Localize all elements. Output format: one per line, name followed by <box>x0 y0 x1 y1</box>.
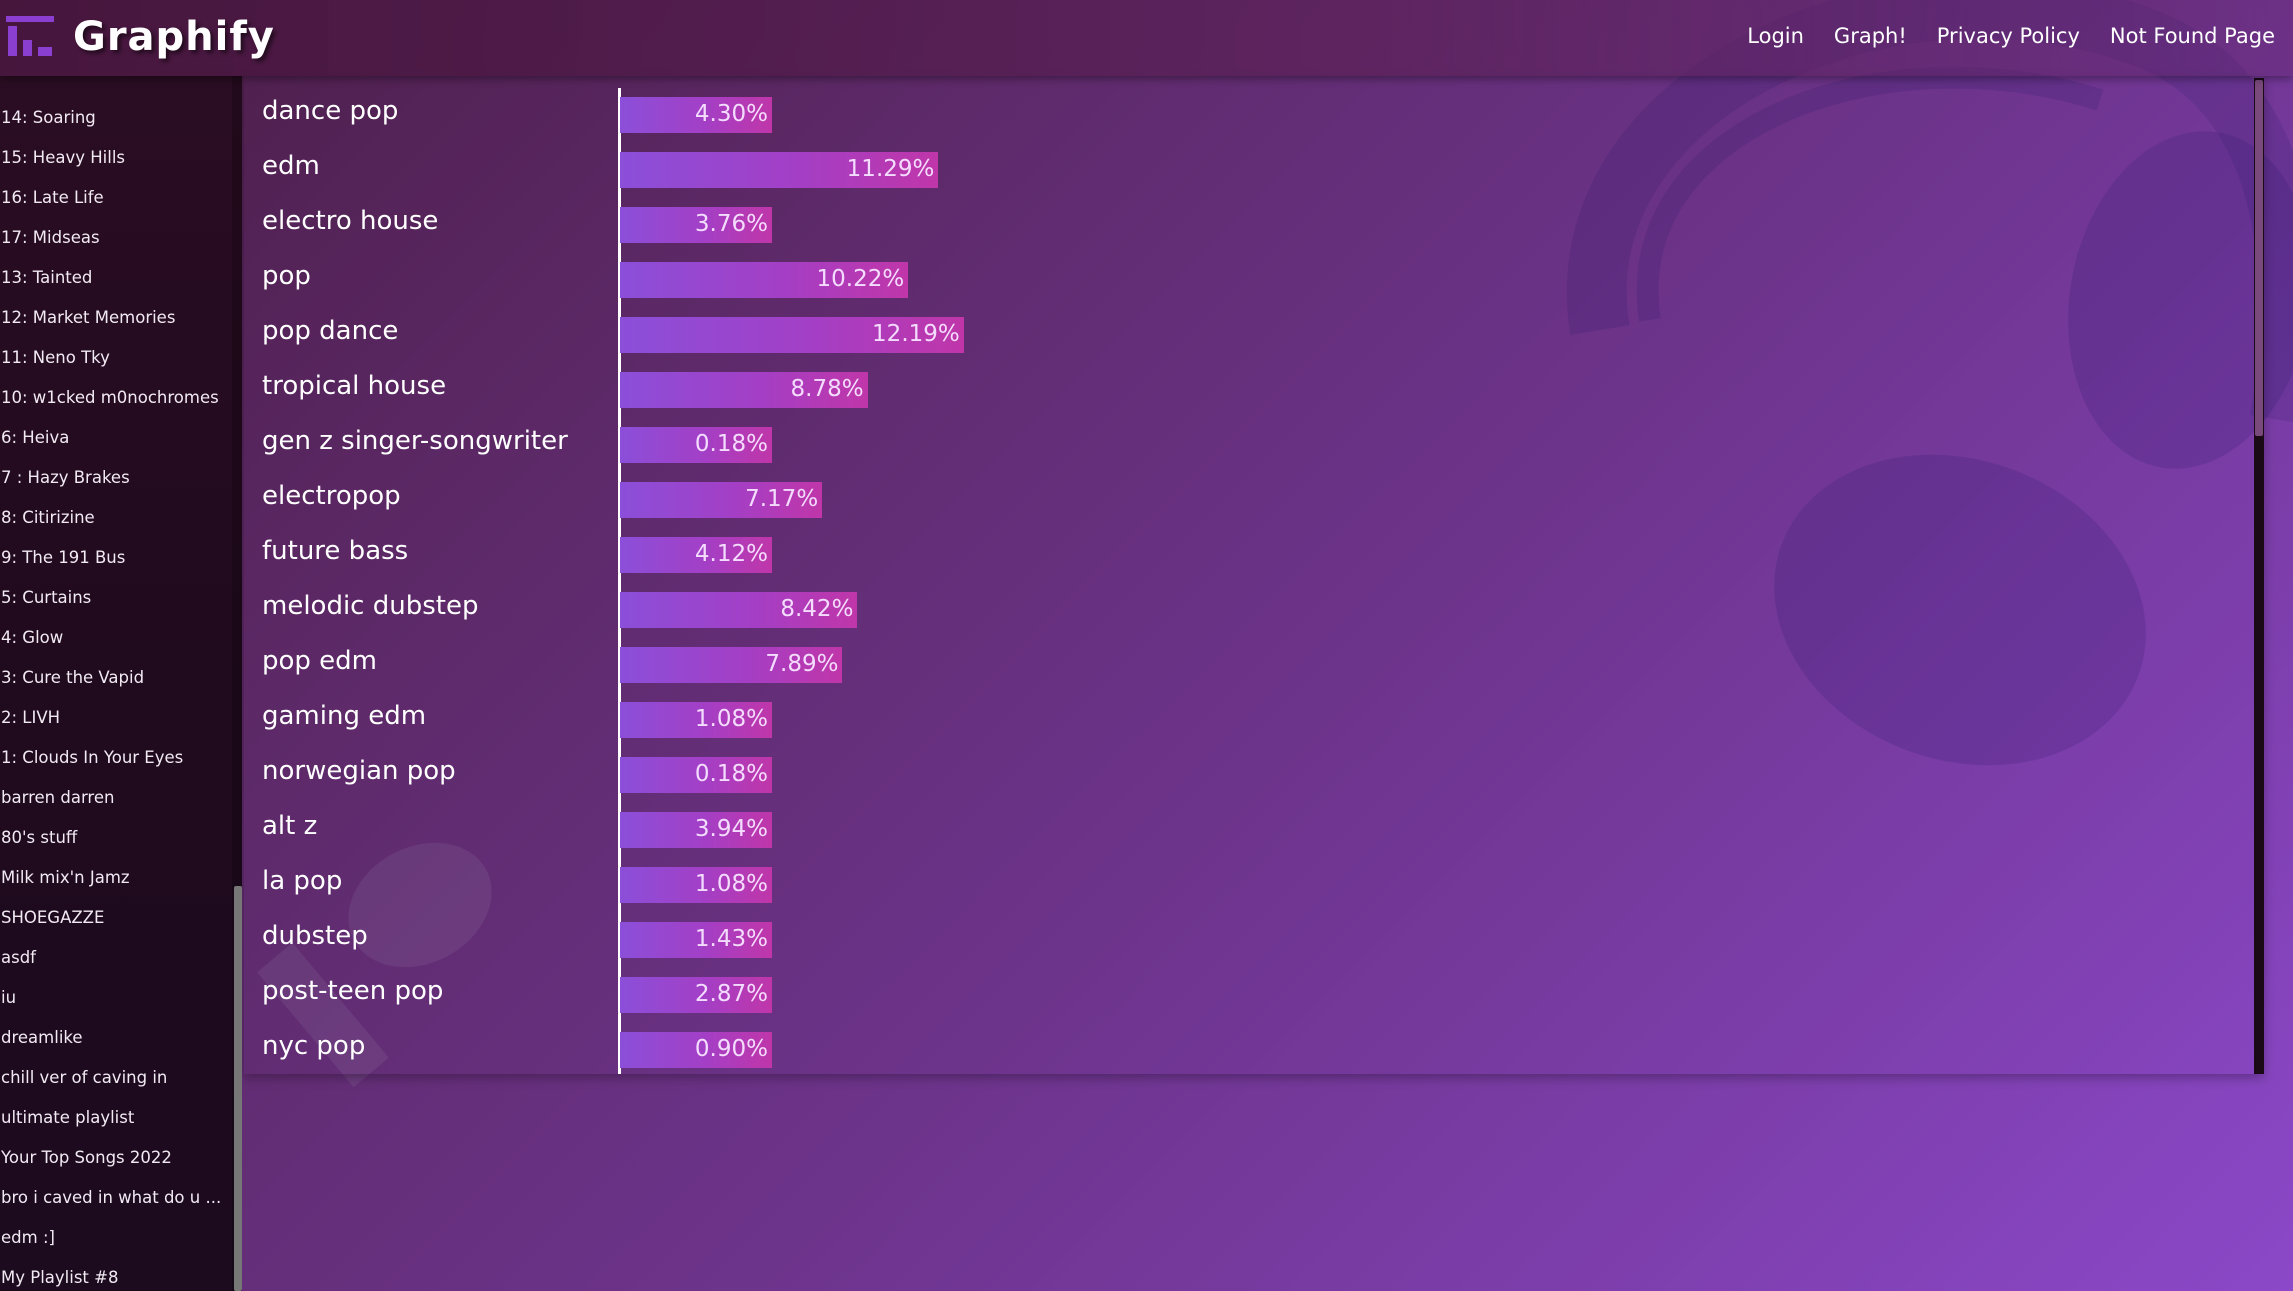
chart-row: post-teen pop 2.87% <box>244 968 1244 1023</box>
bar-value-label: 8.42% <box>780 596 854 622</box>
sidebar-playlist-item[interactable]: 7 : Hazy Brakes <box>0 458 221 498</box>
genre-label: melodic dubstep <box>262 591 479 621</box>
genre-label: la pop <box>262 866 343 896</box>
sidebar-playlist-item[interactable]: iu <box>0 978 221 1018</box>
chart-row: future bass 4.12% <box>244 528 1244 583</box>
genre-label: alt z <box>262 811 318 841</box>
sidebar-playlist-item[interactable]: 17: Midseas <box>0 218 221 258</box>
sidebar-playlist-item[interactable]: 10: w1cked m0nochromes <box>0 378 221 418</box>
sidebar-playlist-item[interactable]: ultimate playlist <box>0 1098 221 1138</box>
genre-label: norwegian pop <box>262 756 456 786</box>
sidebar-playlist-item[interactable]: 6: Heiva <box>0 418 221 458</box>
bar-value-label: 1.08% <box>694 871 768 897</box>
bar-value-label: 11.29% <box>846 156 935 182</box>
sidebar-playlist-item[interactable]: 8: Citirizine <box>0 498 221 538</box>
playlist-sidebar: 14: Soaring 15: Heavy Hills 16: Late Life 1… <box>0 76 242 1291</box>
sidebar-playlist-item[interactable]: Your Top Songs 2022 <box>0 1138 221 1178</box>
sidebar-playlist-item[interactable]: 80's stuff <box>0 818 221 858</box>
sidebar-playlist-item[interactable]: 1: Clouds In Your Eyes <box>0 738 221 778</box>
bar-value-label: 7.89% <box>765 651 839 677</box>
sidebar-playlist-item[interactable]: asdf <box>0 938 221 978</box>
brand-title[interactable]: Graphify <box>73 14 275 60</box>
top-navbar: Graphify Login Graph! Privacy Policy Not… <box>0 0 2293 76</box>
sidebar-playlist-item[interactable]: 16: Late Life <box>0 178 221 218</box>
chart-row: melodic dubstep 8.42% <box>244 583 1244 638</box>
playlist-list: 14: Soaring 15: Heavy Hills 16: Late Life 1… <box>0 98 221 1291</box>
bar-value-label: 0.90% <box>694 1036 768 1062</box>
genre-chart-panel: dance pop 4.30% edm 11.29% electro house 3.76… <box>244 76 2264 1074</box>
sidebar-playlist-item[interactable]: 15: Heavy Hills <box>0 138 221 178</box>
bar-value-label: 2.87% <box>694 981 768 1007</box>
chart-row: edm 11.29% <box>244 143 1244 198</box>
bar-value-label: 4.12% <box>694 541 768 567</box>
sidebar-scroll-thumb[interactable] <box>234 886 242 1291</box>
sidebar-playlist-item[interactable]: chill ver of caving in <box>0 1058 221 1098</box>
chart-row: gen z singer-songwriter 0.18% <box>244 418 1244 473</box>
genre-label: gaming edm <box>262 701 427 731</box>
sidebar-playlist-item[interactable]: SHOEGAZZE <box>0 898 221 938</box>
genre-label: future bass <box>262 536 409 566</box>
bar-value-label: 12.19% <box>872 321 960 347</box>
bar-value-label: 0.18% <box>694 431 768 457</box>
bar-value-label: 4.30% <box>694 101 768 127</box>
chart-row: pop 10.22% <box>244 253 1244 308</box>
bar-value-label: 1.08% <box>694 706 768 732</box>
chart-row: norwegian pop 0.18% <box>244 748 1244 803</box>
bar-value-label: 1.43% <box>694 926 768 952</box>
chart-row: nyc pop 0.90% <box>244 1023 1244 1074</box>
chart-row: gaming edm 1.08% <box>244 693 1244 748</box>
sidebar-playlist-item[interactable]: 5: Curtains <box>0 578 221 618</box>
genre-label: edm <box>262 151 320 181</box>
chart-row: electro house 3.76% <box>244 198 1244 253</box>
sidebar-playlist-item[interactable]: 12: Market Memories <box>0 298 221 338</box>
genre-label: pop dance <box>262 316 399 346</box>
genre-label: dubstep <box>262 921 368 951</box>
nav-links: Login Graph! Privacy Policy Not Found Pa… <box>1747 24 2275 48</box>
sidebar-playlist-item[interactable]: Milk mix'n Jamz <box>0 858 221 898</box>
chart-row: alt z 3.94% <box>244 803 1244 858</box>
sidebar-playlist-item[interactable]: edm :] <box>0 1218 221 1258</box>
sidebar-playlist-item[interactable]: 13: Tainted <box>0 258 221 298</box>
chart-row: pop dance 12.19% <box>244 308 1244 363</box>
sidebar-playlist-item[interactable]: 2: LIVH <box>0 698 221 738</box>
bar-value-label: 8.78% <box>790 376 864 402</box>
genre-label: gen z singer-songwriter <box>262 426 568 456</box>
chart-row: electropop 7.17% <box>244 473 1244 528</box>
graphify-logo-icon[interactable] <box>6 16 54 56</box>
genre-label: electropop <box>262 481 401 511</box>
chart-scroll-thumb[interactable] <box>2255 80 2263 436</box>
genre-label: nyc pop <box>262 1031 366 1061</box>
sidebar-playlist-item[interactable]: 14: Soaring <box>0 98 221 138</box>
sidebar-playlist-item[interactable]: 9: The 191 Bus <box>0 538 221 578</box>
chart-row: dance pop 4.30% <box>244 88 1244 143</box>
nav-login-link[interactable]: Login <box>1747 24 1804 48</box>
bar-value-label: 0.18% <box>694 761 768 787</box>
chart-row: la pop 1.08% <box>244 858 1244 913</box>
genre-label: post-teen pop <box>262 976 444 1006</box>
bar-value-label: 7.17% <box>745 486 819 512</box>
genre-label: tropical house <box>262 371 447 401</box>
sidebar-playlist-item[interactable]: bro i caved in what do u ... <box>0 1178 221 1218</box>
bar-value-label: 3.76% <box>694 211 768 237</box>
sidebar-playlist-item[interactable]: My Playlist #8 <box>0 1258 221 1291</box>
sidebar-playlist-item[interactable]: 11: Neno Tky <box>0 338 221 378</box>
nav-notfound-link[interactable]: Not Found Page <box>2110 24 2275 48</box>
genre-label: dance pop <box>262 96 399 126</box>
nav-privacy-link[interactable]: Privacy Policy <box>1937 24 2080 48</box>
chart-row: tropical house 8.78% <box>244 363 1244 418</box>
nav-graph-link[interactable]: Graph! <box>1834 24 1907 48</box>
sidebar-playlist-item[interactable]: 4: Glow <box>0 618 221 658</box>
chart-row: pop edm 7.89% <box>244 638 1244 693</box>
genre-label: pop <box>262 261 311 291</box>
sidebar-playlist-item[interactable]: barren darren <box>0 778 221 818</box>
genre-label: electro house <box>262 206 439 236</box>
bar-value-label: 10.22% <box>816 266 905 292</box>
sidebar-playlist-item[interactable]: 3: Cure the Vapid <box>0 658 221 698</box>
bar-value-label: 3.94% <box>694 816 768 842</box>
genre-label: pop edm <box>262 646 378 676</box>
sidebar-playlist-item[interactable]: dreamlike <box>0 1018 221 1058</box>
chart-row: dubstep 1.43% <box>244 913 1244 968</box>
